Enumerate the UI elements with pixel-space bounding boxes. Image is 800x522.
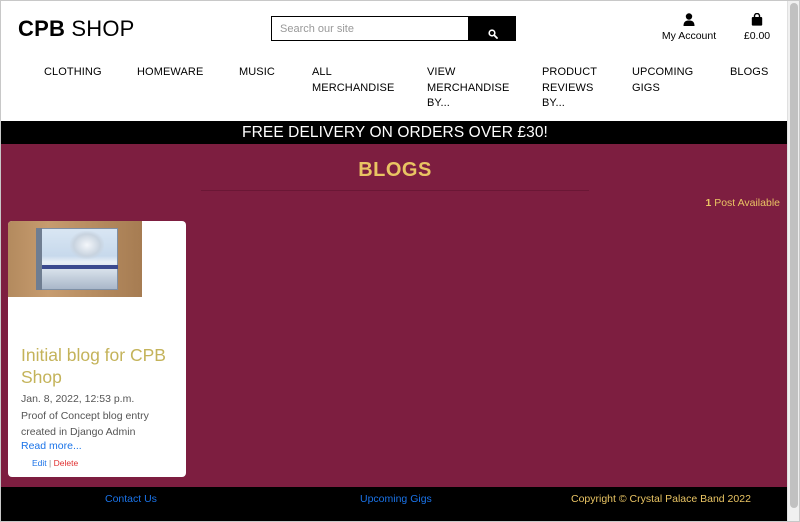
nav-item-homeware[interactable]: HOMEWARE — [137, 65, 212, 81]
site-footer: Contact Us Upcoming Gigs Copyright © Cry… — [1, 487, 789, 521]
post-count: 1 Post Available — [705, 197, 780, 209]
shopping-bag-icon — [751, 13, 763, 26]
logo-light-text: SHOP — [71, 16, 135, 41]
blog-post-image[interactable] — [8, 221, 142, 297]
cd-spine-graphic — [36, 228, 42, 290]
snowy-tree-graphic — [70, 231, 104, 259]
blog-post-date: Jan. 8, 2022, 12:53 p.m. — [21, 393, 135, 405]
page: CPB SHOP My Account — [1, 1, 789, 521]
nav-item-blogs[interactable]: BLOGS — [730, 65, 780, 81]
search-form — [271, 16, 516, 41]
delete-link[interactable]: Delete — [54, 458, 79, 468]
site-logo[interactable]: CPB SHOP — [18, 16, 135, 42]
my-account-link[interactable]: My Account — [653, 13, 725, 42]
browser-viewport: CPB SHOP My Account — [0, 0, 800, 522]
post-count-label: Post Available — [714, 197, 780, 209]
blogs-section: BLOGS 1 Post Available Initial blog for … — [1, 144, 789, 487]
read-more-link[interactable]: Read more... — [21, 440, 82, 452]
user-icon — [683, 13, 695, 26]
footer-gigs-link[interactable]: Upcoming Gigs — [360, 493, 432, 505]
nav-item-all-merchandise[interactable]: ALL MERCHANDISE — [312, 65, 394, 96]
my-account-label: My Account — [661, 30, 717, 42]
blog-post-card: Initial blog for CPB Shop Jan. 8, 2022, … — [8, 221, 186, 477]
search-button[interactable] — [469, 16, 516, 41]
action-separator: | — [49, 458, 52, 468]
cart-total: £0.00 — [743, 30, 771, 42]
blog-post-title[interactable]: Initial blog for CPB Shop — [21, 344, 181, 388]
cart-link[interactable]: £0.00 — [737, 13, 777, 42]
title-divider — [201, 190, 589, 191]
search-input[interactable] — [271, 16, 469, 41]
post-count-number: 1 — [705, 197, 712, 209]
page-title: BLOGS — [358, 159, 432, 181]
blog-post-actions: Edit | Delete — [32, 458, 78, 468]
nav-item-view-merchandise-by[interactable]: VIEW MERCHANDISE BY... — [427, 65, 512, 112]
search-icon — [487, 29, 498, 39]
cd-label-band — [42, 265, 118, 269]
footer-copyright: Copyright © Crystal Palace Band 2022 — [571, 493, 751, 505]
scrollbar-thumb[interactable] — [790, 3, 798, 508]
logo-bold-text: CPB — [18, 16, 66, 41]
blog-post-excerpt: Proof of Concept blog entry created in D… — [21, 410, 149, 438]
nav-item-clothing[interactable]: CLOTHING — [44, 65, 114, 81]
nav-item-product-reviews-by[interactable]: PRODUCT REVIEWS BY... — [542, 65, 604, 112]
nav-item-music[interactable]: MUSIC — [239, 65, 289, 81]
nav-item-upcoming-gigs[interactable]: UPCOMING GIGS — [632, 65, 702, 96]
delivery-banner: FREE DELIVERY ON ORDERS OVER £30! — [1, 121, 789, 144]
site-header: CPB SHOP My Account — [1, 1, 789, 121]
main-nav: CLOTHING HOMEWARE MUSIC ALL MERCHANDISE … — [1, 65, 789, 115]
footer-contact-link[interactable]: Contact Us — [105, 493, 157, 505]
page-scrollbar[interactable] — [787, 1, 799, 521]
edit-link[interactable]: Edit — [32, 458, 47, 468]
